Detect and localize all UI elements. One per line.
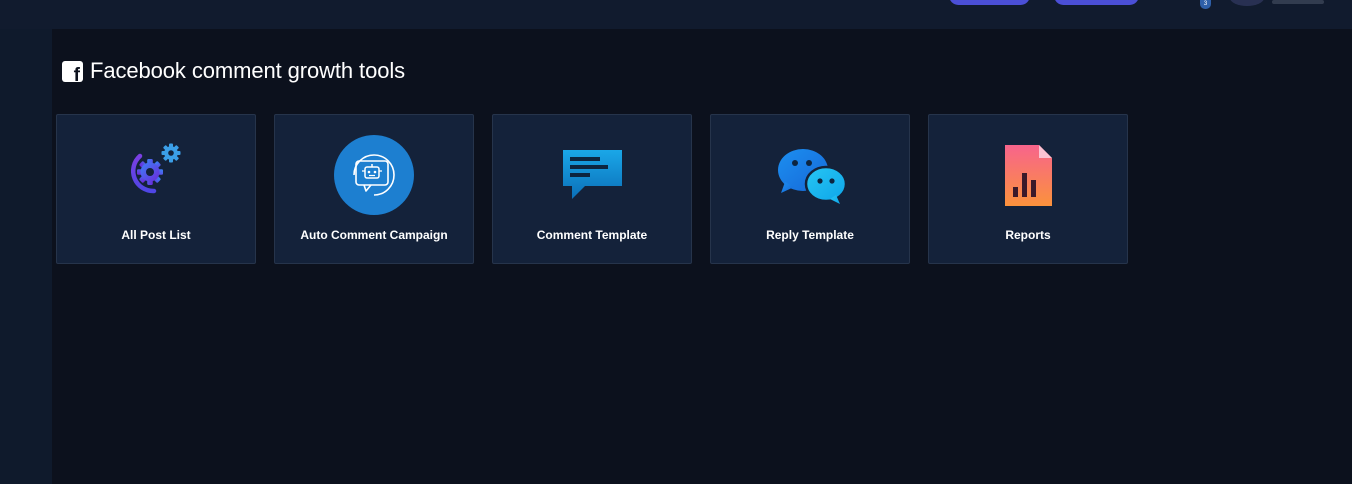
- top-navbar: 3: [0, 0, 1352, 29]
- chat-bubbles-icon: [770, 135, 850, 215]
- main-content: f Facebook comment growth tools All Post…: [52, 29, 1352, 484]
- card-all-post-list[interactable]: All Post List: [56, 114, 256, 264]
- card-label: Reply Template: [766, 228, 854, 242]
- gears-icon: [116, 135, 196, 215]
- robot-comment-icon: [334, 135, 414, 215]
- card-reports[interactable]: Reports: [928, 114, 1128, 264]
- card-reply-template[interactable]: Reply Template: [710, 114, 910, 264]
- header-button-1[interactable]: [949, 0, 1030, 5]
- report-document-icon: [988, 135, 1068, 215]
- card-auto-comment-campaign[interactable]: Auto Comment Campaign: [274, 114, 474, 264]
- sidebar: [0, 29, 52, 484]
- card-label: Comment Template: [536, 228, 648, 242]
- page-title-text: Facebook comment growth tools: [90, 58, 406, 83]
- card-label: Reports: [1005, 228, 1051, 242]
- message-square-icon: [552, 135, 632, 215]
- user-avatar[interactable]: [1230, 0, 1264, 6]
- card-comment-template[interactable]: Comment Template: [492, 114, 692, 264]
- facebook-square-icon: f: [62, 60, 83, 85]
- header-button-2[interactable]: [1054, 0, 1139, 5]
- card-label: Auto Comment Campaign: [300, 228, 448, 242]
- page-title: f Facebook comment growth tools: [62, 57, 405, 85]
- user-name[interactable]: [1272, 0, 1324, 4]
- card-label: All Post List: [121, 228, 191, 242]
- notification-badge[interactable]: 3: [1200, 0, 1211, 9]
